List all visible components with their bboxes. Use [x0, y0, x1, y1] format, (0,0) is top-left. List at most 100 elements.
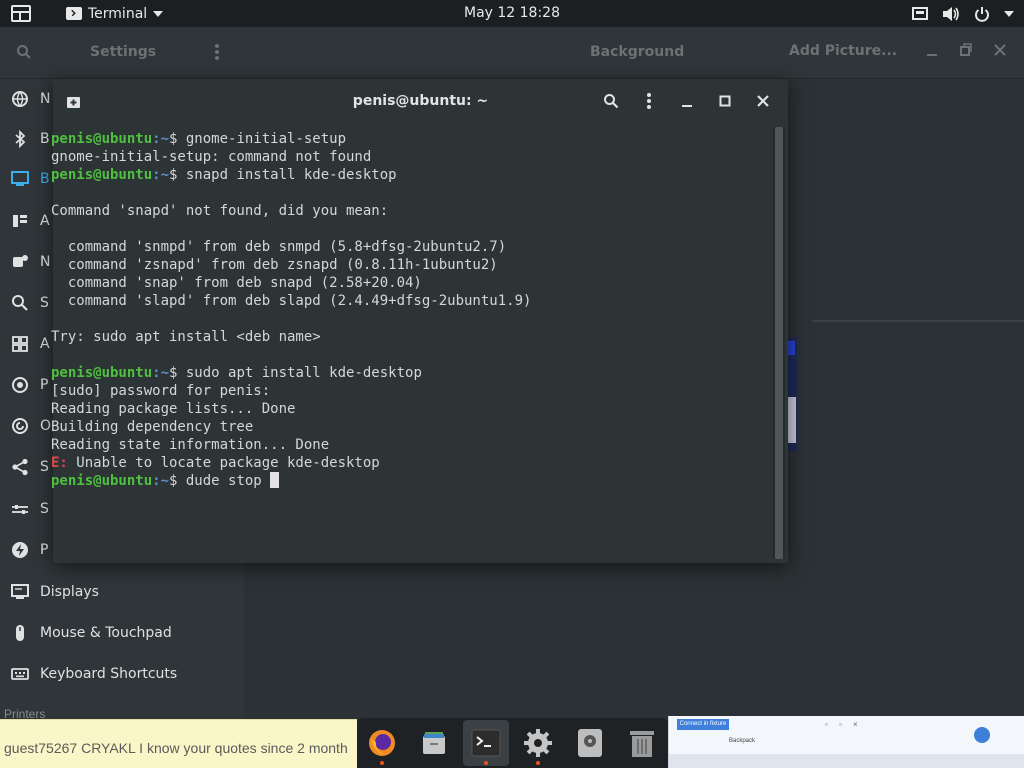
restore-icon[interactable] — [960, 43, 972, 57]
sidebar-item-mouse-touchpad[interactable]: Mouse & Touchpad — [0, 613, 244, 653]
sidebar-item-label: O — [40, 418, 52, 434]
terminal-prompt-line: penis@ubuntu:~$ gnome-initial-setup — [51, 130, 346, 148]
dock-item-trash[interactable] — [619, 720, 665, 766]
keyboard-icon — [11, 668, 29, 680]
error-tag: E: — [51, 455, 68, 471]
sidebar-item-label: A — [40, 213, 50, 229]
top-bar: Terminal May 12 18:28 — [0, 0, 1024, 27]
dock-item-settings[interactable] — [515, 720, 561, 766]
browser-preview[interactable]: Connect in fixture Backpack ▫ ▫ × — [668, 716, 1024, 768]
prompt-path: :~ — [152, 167, 170, 183]
running-indicator — [380, 761, 384, 765]
displays-icon — [11, 584, 29, 599]
terminal-search-button[interactable] — [602, 92, 620, 110]
preview-control-icon: ▫ — [825, 720, 828, 729]
prompt-user-host: penis@ubuntu — [51, 473, 153, 489]
terminal-output-line: command 'slapd' from deb slapd (2.4.49+d… — [51, 293, 532, 309]
files-icon — [423, 732, 445, 754]
terminal-output-line: [sudo] password for penis: — [51, 383, 271, 399]
maximize-icon — [719, 95, 731, 107]
sidebar-item-label: B — [40, 171, 50, 187]
sidebar-item-displays[interactable]: Displays — [0, 572, 244, 612]
terminal-output-line: gnome-initial-setup: command not found — [51, 149, 372, 165]
terminal-app-icon — [66, 7, 82, 20]
running-indicator — [484, 761, 488, 765]
app-menu[interactable]: Terminal — [66, 4, 164, 23]
preview-taskbar — [669, 754, 1024, 768]
terminal-output-line: command 'snap' from deb snapd (2.58+20.0… — [51, 275, 422, 291]
prompt-user-host: penis@ubuntu — [51, 365, 153, 381]
minimize-icon[interactable] — [926, 43, 938, 57]
command-text: $ sudo apt install kde-desktop — [169, 365, 422, 381]
terminal-error-line: E: Unable to locate package kde-desktop — [51, 454, 380, 472]
menu-kebab-icon[interactable] — [214, 43, 220, 61]
activities-icon[interactable] — [11, 5, 31, 22]
trash-icon — [630, 731, 654, 757]
power-icon[interactable] — [974, 6, 990, 22]
terminal-menu-button[interactable] — [640, 92, 658, 110]
scrollbar-thumb[interactable] — [775, 127, 783, 559]
sidebar-item-label: N — [40, 91, 51, 107]
dock — [357, 718, 668, 768]
chat-overflow-text: Printers — [4, 707, 46, 721]
settings-header: Settings Background Add Picture... — [0, 27, 1024, 79]
terminal-title: penis@ubuntu: ~ — [352, 93, 489, 109]
terminal-scrollbar[interactable] — [773, 127, 785, 559]
sidebar-item-keyboard-shortcuts[interactable]: Keyboard Shortcuts — [0, 654, 244, 694]
preview-badge-icon — [974, 727, 990, 743]
terminal-maximize-button[interactable] — [716, 92, 734, 110]
dock-item-files[interactable] — [411, 720, 457, 766]
sidebar-item-label: S — [40, 501, 49, 517]
terminal-output[interactable]: penis@ubuntu:~$ gnome-initial-setup gnome… — [51, 125, 771, 563]
sidebar-item-label: A — [40, 336, 50, 352]
terminal-output-line: command 'snmpd' from deb snmpd (5.8+dfsg… — [51, 239, 507, 255]
clock[interactable]: May 12 18:28 — [464, 5, 560, 21]
system-tray[interactable] — [912, 4, 1014, 23]
panel-title: Background — [590, 44, 685, 60]
volume-icon[interactable] — [942, 6, 960, 22]
search-icon[interactable] — [16, 44, 32, 60]
dock-item-terminal[interactable] — [463, 720, 509, 766]
sidebar-item-label: B — [40, 131, 50, 147]
menu-kebab-icon — [647, 93, 651, 109]
new-tab-icon[interactable] — [66, 94, 82, 110]
sidebar-item-label: P — [40, 542, 49, 558]
mouse-icon — [16, 625, 24, 641]
terminal-icon — [471, 729, 501, 757]
preview-label: Backpack — [729, 738, 756, 744]
terminal-prompt-line: penis@ubuntu:~$ snapd install kde-deskto… — [51, 166, 397, 184]
chat-username[interactable]: guest75267 — [4, 740, 77, 756]
background-icon — [11, 171, 29, 186]
sidebar-item-label: Displays — [40, 584, 99, 600]
dock-item-firefox[interactable] — [359, 720, 405, 766]
content-divider — [812, 320, 1024, 322]
sidebar-item-label: S — [40, 459, 49, 475]
command-text: $ snapd install kde-desktop — [169, 167, 397, 183]
chevron-down-icon[interactable] — [1004, 10, 1014, 18]
terminal-prompt-line: penis@ubuntu:~$ sudo apt install kde-des… — [51, 364, 422, 382]
network-icon — [12, 91, 28, 108]
close-icon[interactable] — [994, 43, 1006, 57]
screen-icon[interactable] — [912, 6, 928, 22]
dock-item-disk[interactable] — [567, 720, 613, 766]
prompt-path: :~ — [152, 365, 170, 381]
terminal-prompt-line: penis@ubuntu:~$ dude stop — [51, 472, 280, 490]
sidebar-item-label: P — [40, 377, 49, 393]
preview-tab: Connect in fixture — [677, 719, 729, 730]
close-icon — [757, 95, 769, 107]
terminal-close-button[interactable] — [754, 92, 772, 110]
sidebar-item-label: S — [40, 295, 49, 311]
app-menu-label: Terminal — [88, 5, 148, 22]
terminal-header: penis@ubuntu: ~ — [53, 79, 788, 125]
error-message: Unable to locate package kde-desktop — [67, 455, 380, 471]
add-picture-button[interactable]: Add Picture... — [789, 43, 897, 59]
command-text: $ gnome-initial-setup — [169, 131, 347, 147]
sharing-icon — [12, 458, 28, 476]
applications-icon — [12, 336, 28, 352]
minimize-icon — [682, 105, 692, 107]
appearance-icon — [13, 215, 27, 227]
chat-message-text: CRYAKL I know your quotes since 2 month — [77, 740, 348, 756]
terminal-minimize-button[interactable] — [678, 92, 696, 110]
desktop: Terminal May 12 18:28 Settings Backgroun… — [0, 0, 1024, 768]
sound-icon — [12, 505, 28, 514]
